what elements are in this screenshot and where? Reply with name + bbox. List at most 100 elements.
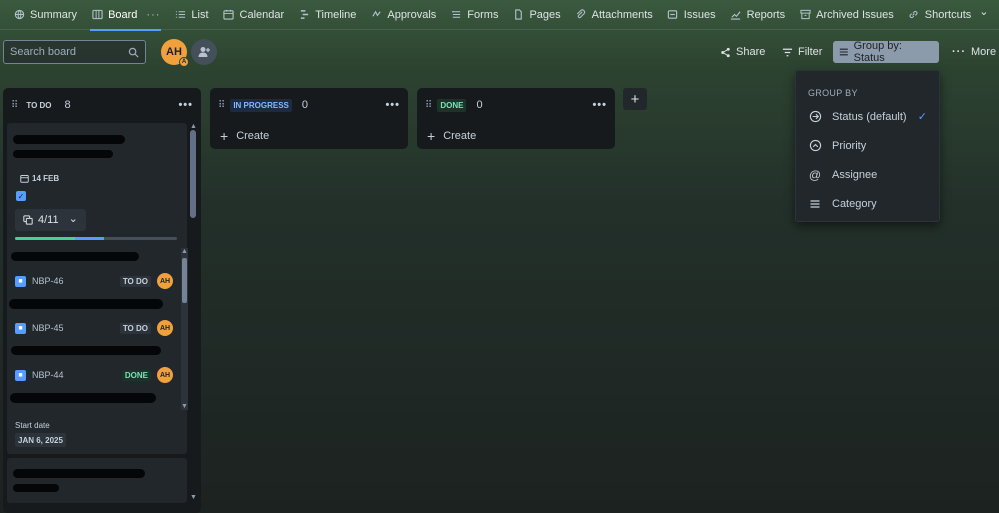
share-button[interactable]: Share: [714, 41, 771, 63]
tab-calendar[interactable]: Calendar: [216, 0, 292, 30]
create-issue-button[interactable]: + Create: [210, 122, 408, 150]
drag-handle-icon[interactable]: ⠿: [218, 100, 225, 111]
tab-attachments-label: Attachments: [591, 8, 653, 21]
tab-timeline[interactable]: Timeline: [291, 0, 363, 30]
globe-icon: [13, 9, 25, 21]
search-input[interactable]: Search board: [3, 40, 146, 64]
add-tab-button[interactable]: +: [995, 0, 999, 30]
column-menu-button[interactable]: •••: [592, 99, 607, 111]
progress-done-segment: [15, 237, 75, 240]
avatar[interactable]: AH: [157, 273, 173, 289]
status-badge[interactable]: DONE: [121, 369, 151, 381]
create-label: Create: [443, 130, 477, 142]
redacted-summary: [9, 299, 163, 309]
scrollbar-thumb[interactable]: [182, 258, 187, 303]
column-menu-button[interactable]: •••: [385, 99, 400, 111]
column-count: 0: [301, 99, 309, 111]
avatar[interactable]: AH: [157, 320, 173, 336]
filter-button[interactable]: Filter: [776, 41, 828, 63]
tab-issues-label: Issues: [683, 8, 716, 21]
progress-in-progress-segment: [74, 237, 105, 240]
list-item[interactable]: ■ NBP-45 TO DO AH: [7, 293, 173, 340]
redacted-summary: [13, 484, 59, 492]
more-label: More: [971, 46, 997, 58]
subtasks-toggle[interactable]: 4/11 ⌄: [15, 209, 86, 231]
issue-card[interactable]: 14 FEB ✓ 4/11 ⌄ ■ NBP-46 TO DO AH ■ NBP-…: [7, 123, 188, 454]
tab-summary[interactable]: Summary: [6, 0, 84, 30]
redacted-summary: [10, 393, 156, 403]
tab-list[interactable]: List: [167, 0, 215, 30]
link-icon: [908, 9, 920, 21]
tab-forms[interactable]: Forms: [443, 0, 505, 30]
tab-reports[interactable]: Reports: [723, 0, 793, 30]
due-date: 14 FEB: [32, 173, 60, 183]
group-by-button[interactable]: Group by: Status: [833, 40, 939, 64]
column-count: 0: [476, 99, 483, 111]
tab-board-label: Board: [108, 8, 138, 21]
more-dots-icon: ···: [952, 46, 966, 58]
tab-shortcuts[interactable]: Shortcuts ⌄: [901, 0, 996, 30]
timeline-icon: [298, 9, 310, 21]
add-people-button[interactable]: [191, 39, 217, 65]
tab-archived-issues-label: Archived Issues: [816, 8, 894, 21]
scroll-down-icon[interactable]: ▼: [181, 403, 188, 410]
group-by-menu-header: GROUP BY: [808, 88, 858, 98]
column-status: TO DO: [26, 100, 52, 110]
group-by-option-category[interactable]: Category: [796, 189, 939, 218]
child-list-scrollbar[interactable]: ▲ ▼: [181, 248, 188, 410]
tab-approvals[interactable]: Approvals: [363, 0, 443, 30]
scroll-down-icon[interactable]: ▼: [190, 494, 197, 501]
group-by-option-priority[interactable]: Priority: [796, 131, 939, 160]
list-item[interactable]: ■ NBP-46 TO DO AH: [7, 246, 173, 293]
avatar[interactable]: AH A: [161, 39, 189, 67]
create-label: Create: [236, 130, 270, 142]
calendar-icon: [20, 174, 29, 183]
more-button[interactable]: ··· More: [946, 41, 999, 63]
tab-calendar-label: Calendar: [239, 8, 285, 21]
column-header: ⠿ TO DO 8 •••: [3, 88, 201, 122]
status-badge[interactable]: TO DO: [119, 322, 151, 334]
issue-key[interactable]: NBP-45: [32, 323, 64, 333]
story-icon: ■: [15, 369, 26, 381]
option-label: Category: [832, 197, 877, 210]
drag-handle-icon[interactable]: ⠿: [11, 100, 18, 111]
menu-lines-icon: [808, 197, 822, 211]
option-label: Priority: [832, 139, 867, 152]
tab-board[interactable]: Board ···: [84, 0, 167, 31]
tab-reports-label: Reports: [746, 8, 786, 21]
column-scrollbar[interactable]: ▲ ▼: [188, 123, 197, 501]
status-badge[interactable]: TO DO: [119, 275, 151, 287]
group-by-menu: GROUP BY Status (default) ✓ Priority @ A…: [795, 70, 940, 222]
scroll-up-icon[interactable]: ▲: [190, 123, 197, 130]
plus-icon: +: [427, 128, 436, 144]
create-issue-button[interactable]: + Create: [417, 122, 615, 150]
group-by-option-status[interactable]: Status (default) ✓: [796, 102, 939, 131]
add-column-button[interactable]: +: [623, 88, 647, 110]
group-by-option-assignee[interactable]: @ Assignee: [796, 160, 939, 189]
avatar[interactable]: AH: [157, 367, 173, 383]
scrollbar-thumb[interactable]: [190, 130, 196, 218]
list-item[interactable]: [7, 387, 173, 411]
option-label: Assignee: [832, 168, 878, 181]
project-nav: Summary Board ··· List Calendar Timeline…: [0, 0, 999, 31]
drag-handle-icon[interactable]: ⠿: [425, 100, 432, 111]
share-icon: [721, 47, 730, 57]
list-item[interactable]: ■ NBP-44 DONE AH: [7, 340, 173, 387]
scroll-up-icon[interactable]: ▲: [181, 248, 188, 255]
tab-pages[interactable]: Pages: [505, 0, 567, 30]
approvals-icon: [370, 9, 382, 21]
arrow-circle-icon: [808, 110, 822, 124]
issue-card[interactable]: [7, 458, 187, 503]
issue-key[interactable]: NBP-46: [32, 276, 64, 286]
archive-icon: [799, 9, 811, 21]
chart-icon: [730, 9, 742, 21]
forms-icon: [450, 9, 462, 21]
column-menu-button[interactable]: •••: [178, 99, 193, 111]
board-more-icon[interactable]: ···: [146, 9, 160, 21]
column-status: DONE: [437, 98, 467, 112]
tab-issues[interactable]: Issues: [660, 0, 723, 30]
checkbox-icon[interactable]: ✓: [16, 191, 26, 201]
tab-archived-issues[interactable]: Archived Issues: [792, 0, 901, 30]
tab-attachments[interactable]: Attachments: [568, 0, 660, 30]
issue-key[interactable]: NBP-44: [32, 370, 64, 380]
